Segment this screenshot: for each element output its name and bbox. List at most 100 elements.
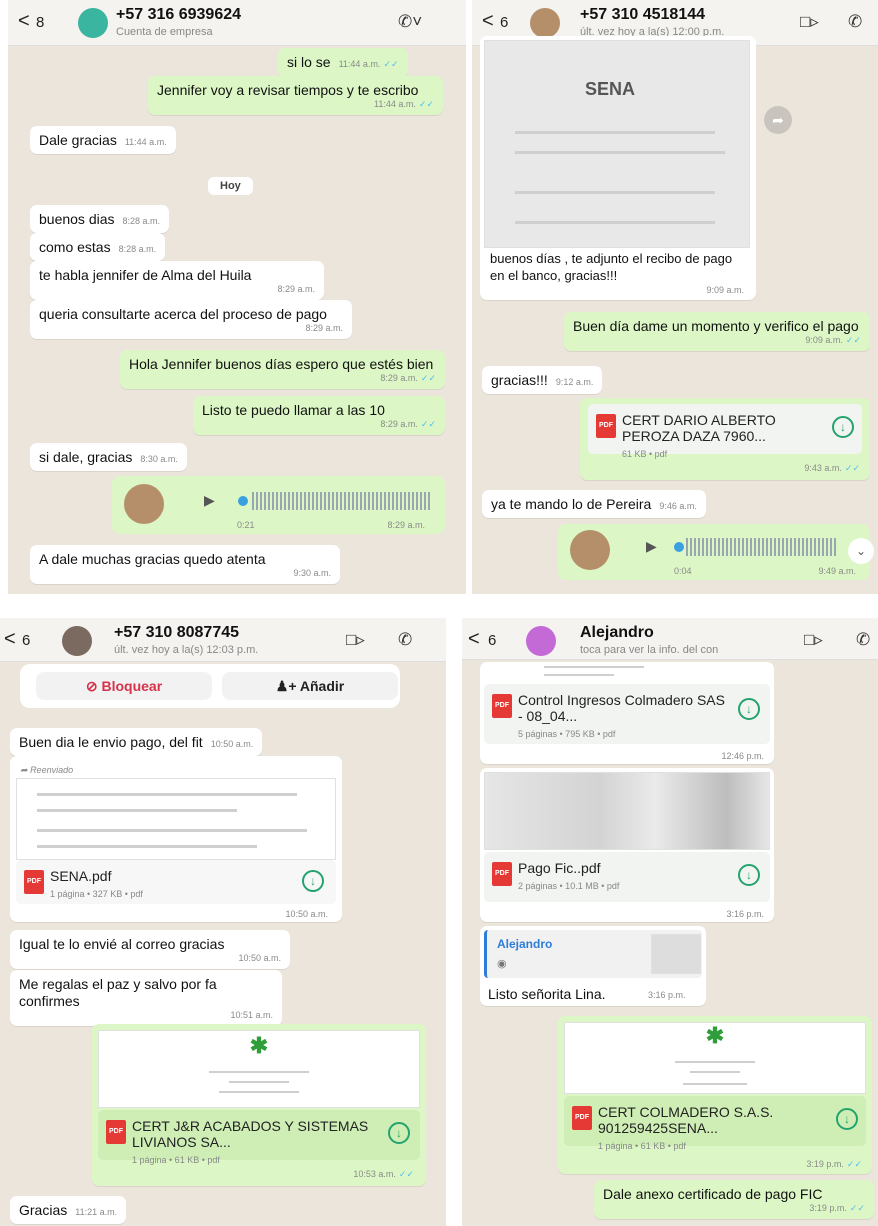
message-time: 8:29 a.m. ✓✓ [380, 419, 436, 429]
pdf-icon: PDF [492, 694, 512, 718]
document-preview[interactable]: ✱ [98, 1030, 420, 1108]
forwarded-icon: ➦ [20, 765, 28, 775]
sena-logo: SENA [584, 79, 635, 99]
document-meta: 1 página • 61 KB • pdf [598, 1141, 686, 1151]
document-message[interactable]: ✱ PDF CERT COLMADERO S.A.S. 901259425SEN… [558, 1016, 872, 1174]
document-preview[interactable]: ✱ [564, 1022, 866, 1094]
download-icon[interactable]: ↓ [388, 1122, 410, 1144]
playback-position[interactable] [674, 542, 684, 552]
message-bubble[interactable]: ya te mando lo de Pereira 9:46 a.m. [482, 490, 706, 518]
video-call-icon[interactable]: □▹ [804, 630, 823, 650]
phone-icon[interactable]: ✆˅ [398, 12, 422, 32]
message-bubble[interactable]: Dale gracias 11:44 a.m. [30, 126, 176, 154]
document-card[interactable]: PDF Pago Fic..pdf 2 páginas • 10.1 MB • … [484, 852, 770, 902]
message-bubble[interactable]: Jennifer voy a revisar tiempos y te escr… [148, 76, 443, 115]
preview-line [209, 1071, 309, 1073]
avatar[interactable] [78, 8, 108, 38]
read-ticks-icon: ✓✓ [844, 463, 860, 473]
forward-icon[interactable]: ➦ [764, 106, 792, 134]
document-message[interactable]: PDF Pago Fic..pdf 2 páginas • 10.1 MB • … [480, 768, 774, 922]
phone-icon[interactable]: ✆ [398, 630, 412, 650]
back-icon[interactable]: < [482, 10, 494, 33]
document-message[interactable]: ➦ Reenviado PDF SENA.pdf 1 página • 327 … [10, 756, 342, 922]
message-time: 12:46 p.m. [721, 751, 764, 761]
message-text: buenos dias [39, 211, 115, 227]
document-message[interactable]: ✱ PDF CERT J&R ACABADOS Y SISTEMAS LIVIA… [92, 1024, 426, 1186]
back-icon[interactable]: < [4, 628, 16, 651]
download-icon[interactable]: ↓ [836, 1108, 858, 1130]
message-text: si lo se [287, 54, 331, 70]
quoted-message[interactable]: Alejandro ◉ [484, 930, 702, 978]
date-separator: Hoy [208, 177, 253, 195]
message-time: 9:46 a.m. [659, 501, 697, 511]
message-bubble[interactable]: te habla jennifer de Alma del Huila 8:29 … [30, 261, 324, 300]
message-text: te habla jennifer de Alma del Huila [39, 267, 252, 283]
chat-panel-3: < 6 +57 310 8087745 últ. vez hoy a la(s)… [0, 618, 446, 1226]
unread-count: 6 [22, 632, 31, 649]
message-bubble[interactable]: Listo te puedo llamar a las 10 8:29 a.m. ✓… [193, 396, 445, 435]
video-call-icon[interactable]: □▹ [346, 630, 365, 650]
message-bubble[interactable]: si dale, gracias 8:30 a.m. [30, 443, 187, 471]
message-bubble[interactable]: Hola Jennifer buenos días espero que est… [120, 350, 445, 389]
receipt-image[interactable]: SENA [484, 40, 750, 248]
contact-name[interactable]: +57 310 8087745 [114, 624, 239, 642]
message-bubble[interactable]: gracias!!! 9:12 a.m. [482, 366, 603, 394]
read-ticks-icon: ✓✓ [418, 99, 434, 109]
download-icon[interactable]: ↓ [738, 698, 760, 720]
message-time: 3:16 p.m. [648, 990, 686, 1000]
document-card[interactable]: PDF SENA.pdf 1 página • 327 KB • pdf ↓ [16, 860, 336, 904]
message-text: ya te mando lo de Pereira [491, 496, 652, 512]
message-bubble[interactable]: Buen dia le envio pago, del fit 10:50 a.m… [10, 728, 263, 756]
phone-icon[interactable]: ✆ [848, 12, 862, 32]
reply-message[interactable]: Alejandro ◉ Listo señorita Lina. 3:16 p.… [480, 926, 706, 1006]
add-contact-button[interactable]: ♟+ Añadir [222, 672, 398, 700]
message-bubble[interactable]: Gracias 11:21 a.m. [10, 1196, 127, 1224]
message-time: 9:09 a.m. [706, 285, 744, 295]
message-bubble[interactable]: Igual te lo envié al correo gracias 10:50… [10, 930, 290, 969]
message-bubble[interactable]: queria consultarte acerca del proceso de… [30, 300, 352, 339]
waveform[interactable] [686, 538, 836, 556]
message-bubble[interactable]: como estas 8:28 a.m. [30, 233, 166, 261]
message-bubble[interactable]: A dale muchas gracias quedo atenta 9:30 a… [30, 545, 340, 584]
document-card[interactable]: PDF Control Ingresos Colmadero SAS - 08_… [484, 684, 770, 744]
waveform[interactable] [252, 492, 432, 510]
download-icon[interactable]: ↓ [738, 864, 760, 886]
download-icon[interactable]: ↓ [302, 870, 324, 892]
voice-message[interactable]: ▶ 0:21 8:29 a.m. [112, 476, 445, 534]
avatar[interactable] [530, 8, 560, 38]
contact-name[interactable]: +57 316 6939624 [116, 6, 241, 24]
image-message[interactable]: SENA buenos días , te adjunto el recibo … [480, 36, 756, 300]
sender-avatar [570, 530, 610, 570]
message-bubble[interactable]: Dale anexo certificado de pago FIC 3:19 p… [594, 1180, 874, 1219]
play-icon[interactable]: ▶ [646, 538, 657, 555]
blurred-preview[interactable] [484, 772, 770, 850]
play-icon[interactable]: ▶ [204, 492, 215, 509]
video-call-icon[interactable]: □▹ [800, 12, 819, 32]
back-icon[interactable]: < [18, 10, 30, 33]
playback-position[interactable] [238, 496, 248, 506]
back-icon[interactable]: < [468, 628, 480, 651]
scroll-down-icon[interactable]: ⌄ [848, 538, 874, 564]
message-bubble[interactable]: si lo se 11:44 a.m. ✓✓ [278, 48, 408, 78]
message-bubble[interactable]: Me regalas el paz y salvo por fa confirm… [10, 970, 282, 1026]
contact-name[interactable]: +57 310 4518144 [580, 6, 705, 24]
document-message[interactable]: PDF CERT DARIO ALBERTO PEROZA DAZA 7960.… [580, 398, 870, 480]
phone-icon[interactable]: ✆ [856, 630, 870, 650]
message-time: 3:19 p.m. ✓✓ [809, 1203, 865, 1213]
avatar[interactable] [526, 626, 556, 656]
document-card[interactable]: PDF CERT DARIO ALBERTO PEROZA DAZA 7960.… [588, 404, 862, 459]
download-icon[interactable]: ↓ [832, 416, 854, 438]
document-card[interactable]: PDF CERT COLMADERO S.A.S. 901259425SENA.… [564, 1096, 866, 1151]
message-time: 9:43 a.m. ✓✓ [804, 463, 860, 473]
document-preview[interactable] [16, 778, 336, 860]
avatar[interactable] [62, 626, 92, 656]
block-button[interactable]: ⊘ Bloquear [36, 672, 212, 700]
read-ticks-icon: ✓✓ [420, 373, 436, 383]
message-bubble[interactable]: buenos dias 8:28 a.m. [30, 205, 170, 233]
pdf-icon: PDF [106, 1120, 126, 1144]
voice-message[interactable]: ▶ 0:04 9:49 a.m. [558, 524, 870, 580]
message-bubble[interactable]: Buen día dame un momento y verifico el p… [564, 312, 870, 351]
document-message[interactable]: PDF Control Ingresos Colmadero SAS - 08_… [480, 662, 774, 764]
contact-name[interactable]: Alejandro [580, 624, 654, 642]
document-card[interactable]: PDF CERT J&R ACABADOS Y SISTEMAS LIVIANO… [98, 1110, 420, 1165]
